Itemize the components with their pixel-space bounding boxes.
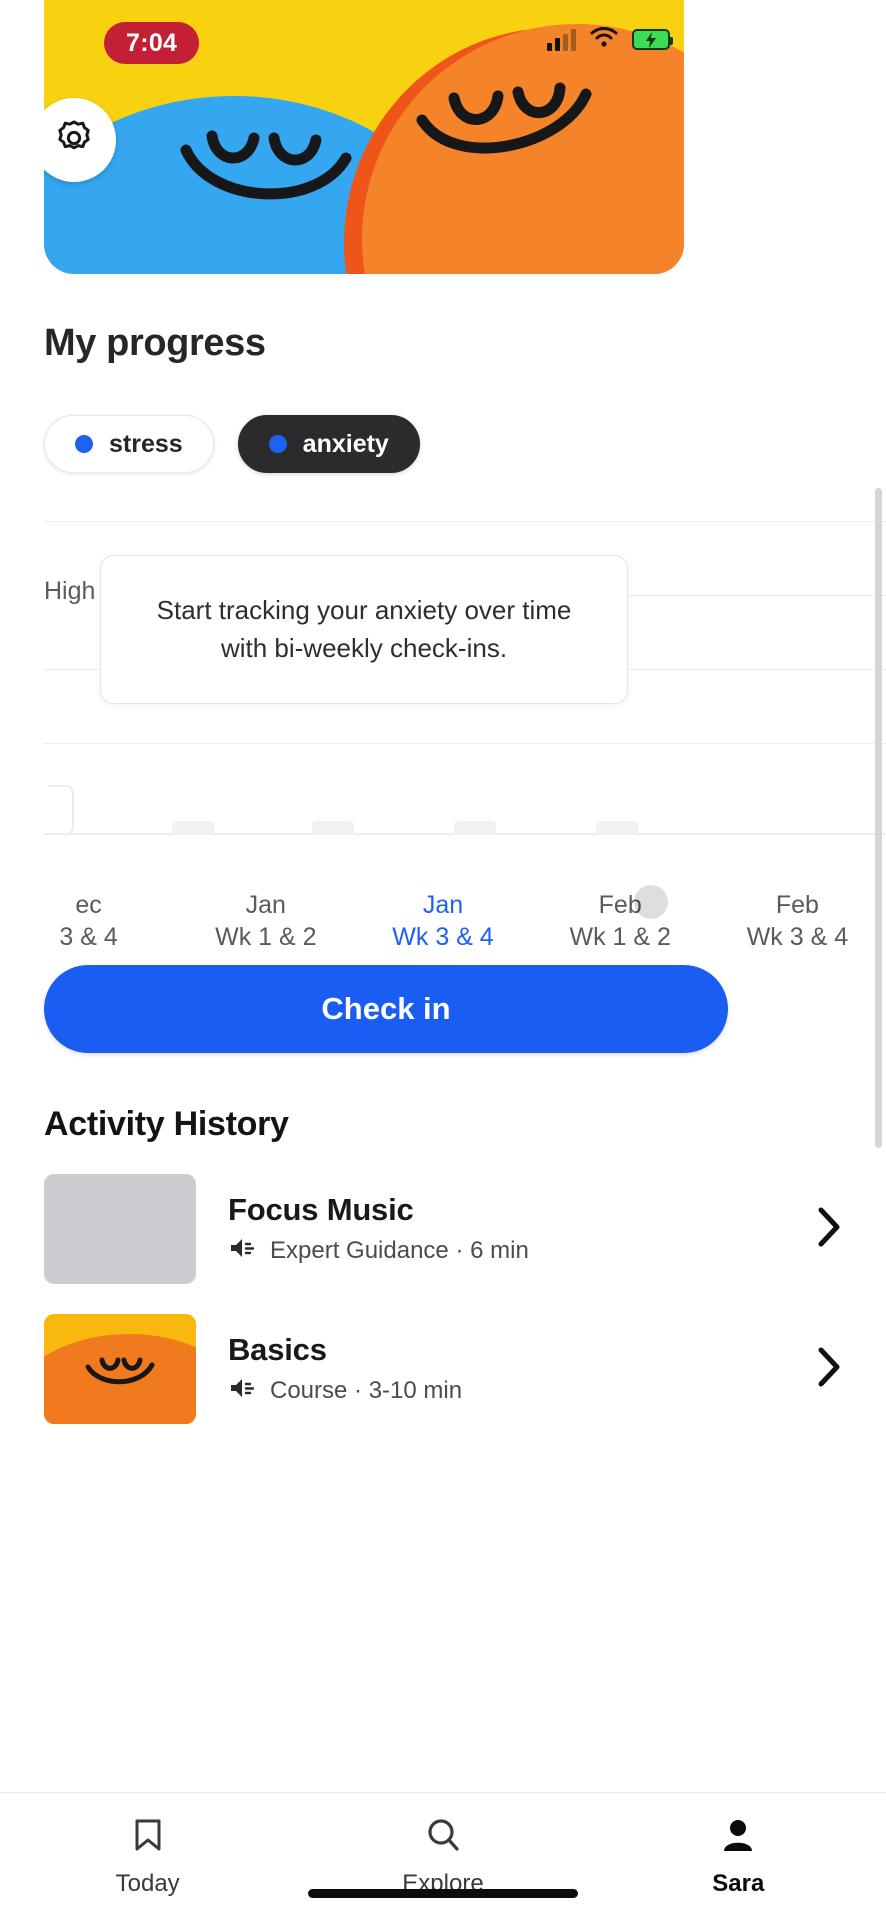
gear-icon bbox=[54, 118, 94, 163]
activity-thumbnail bbox=[44, 1314, 196, 1424]
orange-face-icon bbox=[410, 82, 600, 172]
y-axis-label-high: High bbox=[44, 577, 106, 606]
activity-history-list: Focus Music Expert Guidance · 6 min Basi… bbox=[0, 1174, 886, 1424]
x-label-3: Feb Wk 1 & 2 bbox=[532, 885, 709, 953]
tab-sara[interactable]: Sara bbox=[591, 1793, 886, 1920]
smiling-face-icon bbox=[82, 1357, 158, 1396]
progress-chart[interactable]: High Start tracking your anxiety over ti… bbox=[0, 511, 886, 951]
activity-text: Focus Music Expert Guidance · 6 min bbox=[196, 1192, 816, 1267]
x-label-month: Jan bbox=[422, 891, 464, 919]
touch-ripple-indicator bbox=[634, 885, 669, 919]
status-bar bbox=[547, 26, 673, 53]
vertical-scrollbar[interactable] bbox=[875, 488, 882, 1148]
blue-face-icon bbox=[176, 128, 356, 214]
x-label-1: Jan Wk 1 & 2 bbox=[177, 889, 354, 953]
list-item[interactable]: Basics Course · 3-10 min bbox=[0, 1314, 886, 1424]
chip-stress[interactable]: stress bbox=[44, 415, 214, 473]
tab-sara-label: Sara bbox=[712, 1870, 765, 1897]
chevron-right-icon[interactable] bbox=[816, 1346, 886, 1393]
chevron-right-icon[interactable] bbox=[816, 1206, 886, 1253]
bar-placeholder bbox=[596, 821, 638, 835]
tab-today[interactable]: Today bbox=[0, 1793, 295, 1920]
list-item[interactable]: Focus Music Expert Guidance · 6 min bbox=[0, 1174, 886, 1284]
metric-filter-chips: stress anxiety bbox=[44, 415, 886, 473]
activity-title: Basics bbox=[228, 1331, 327, 1367]
tab-explore[interactable]: Explore bbox=[295, 1793, 590, 1920]
bar-placeholder bbox=[454, 821, 496, 835]
bar-placeholder bbox=[172, 821, 214, 835]
x-label-weeks: Wk 1 & 2 bbox=[215, 923, 317, 951]
x-label-2-active: Jan Wk 3 & 4 bbox=[354, 889, 531, 953]
activity-thumbnail bbox=[44, 1174, 196, 1284]
check-in-button[interactable]: Check in bbox=[44, 965, 728, 1053]
battery-charging-icon bbox=[632, 29, 673, 50]
activity-text: Basics Course · 3-10 min bbox=[196, 1332, 816, 1407]
chart-empty-tooltip: Start tracking your anxiety over time wi… bbox=[100, 555, 628, 705]
stress-dot-icon bbox=[75, 435, 93, 453]
anxiety-dot-icon bbox=[268, 435, 287, 453]
volume-icon bbox=[228, 1376, 256, 1407]
activity-meta: Course · 3-10 min bbox=[228, 1376, 816, 1407]
tab-today-label: Today bbox=[115, 1870, 180, 1897]
x-label-month: Feb bbox=[775, 891, 819, 919]
x-label-4: Feb Wk 3 & 4 bbox=[709, 889, 886, 953]
app-screen: 7:04 My progress stress anxiety High Sta… bbox=[0, 0, 886, 1920]
x-label-weeks: Wk 3 & 4 bbox=[746, 923, 849, 951]
chart-x-axis: ec 3 & 4 Jan Wk 1 & 2 Jan Wk 3 & 4 Feb W… bbox=[0, 885, 886, 953]
x-label-0: ec 3 & 4 bbox=[0, 889, 177, 953]
person-icon bbox=[718, 1815, 758, 1860]
cellular-signal-icon bbox=[547, 28, 576, 51]
volume-icon bbox=[228, 1236, 256, 1267]
x-label-month: Jan bbox=[245, 891, 286, 919]
activity-meta-text: Expert Guidance · 6 min bbox=[270, 1237, 529, 1264]
chip-anxiety-label: anxiety bbox=[302, 429, 389, 458]
chip-anxiety[interactable]: anxiety bbox=[237, 415, 420, 473]
x-label-weeks: Wk 3 & 4 bbox=[392, 923, 494, 951]
main-content: My progress stress anxiety High Start tr… bbox=[0, 274, 886, 1454]
gridline bbox=[44, 743, 886, 744]
search-icon bbox=[423, 1815, 463, 1860]
x-label-weeks: 3 & 4 bbox=[59, 923, 118, 951]
page-title: My progress bbox=[44, 322, 266, 364]
gridline bbox=[44, 521, 886, 522]
wifi-icon bbox=[590, 26, 618, 53]
bottom-navigation: Today Explore Sara bbox=[0, 1792, 886, 1920]
activity-title: Focus Music bbox=[228, 1191, 414, 1227]
home-indicator bbox=[308, 1889, 578, 1898]
x-label-weeks: Wk 1 & 2 bbox=[569, 923, 671, 951]
chart-bars bbox=[44, 805, 886, 835]
status-time: 7:04 bbox=[104, 22, 200, 64]
activity-meta: Expert Guidance · 6 min bbox=[228, 1236, 816, 1267]
chip-stress-label: stress bbox=[109, 429, 183, 458]
x-label-month: Feb bbox=[598, 891, 642, 919]
hero-header: 7:04 bbox=[44, 0, 684, 274]
x-label-month: ec bbox=[75, 891, 102, 919]
activity-meta-text: Course · 3-10 min bbox=[270, 1377, 463, 1404]
activity-history-title: Activity History bbox=[44, 1105, 289, 1143]
bar-placeholder bbox=[312, 821, 354, 835]
bookmark-icon bbox=[128, 1815, 168, 1860]
